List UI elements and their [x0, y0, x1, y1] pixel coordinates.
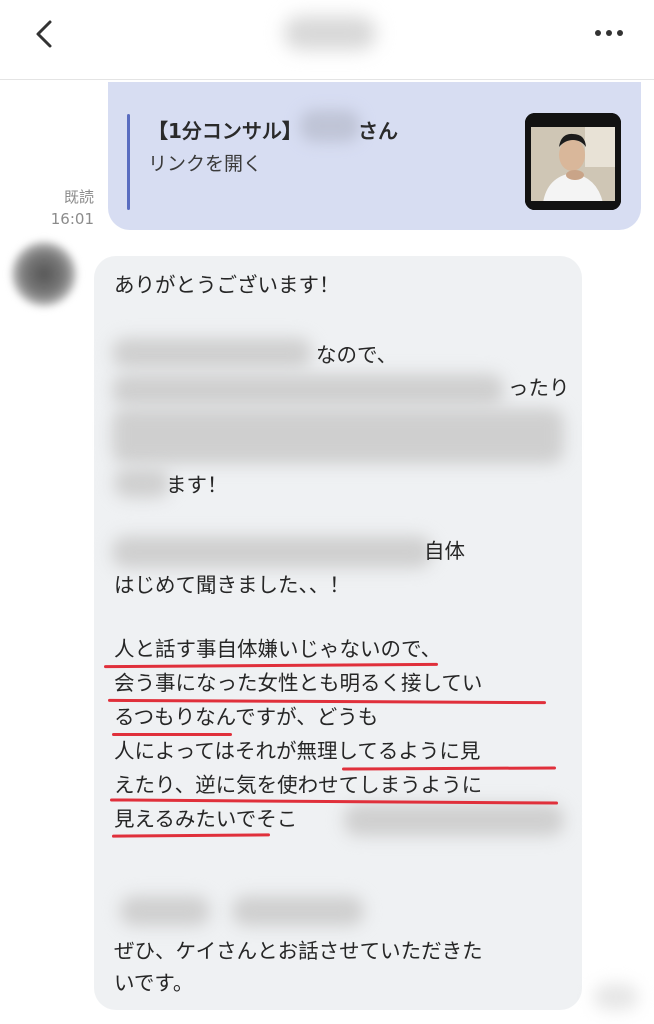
quote-bar: [127, 114, 130, 210]
chat-header: [0, 0, 654, 80]
message-line: いです。: [114, 971, 194, 995]
redacted-text: [112, 338, 312, 368]
message-line: ぜひ、ケイさんとお話させていただきた: [114, 939, 483, 963]
red-underline: [341, 766, 557, 771]
redacted-timestamp: [594, 984, 638, 1010]
redacted-text: [114, 468, 170, 498]
redacted-text: [344, 804, 564, 836]
redacted-text: [120, 896, 210, 926]
message-line: 見えるみたいでそこ: [114, 807, 298, 831]
message-line: 自体: [424, 539, 465, 563]
open-link-button[interactable]: リンクを開く: [148, 149, 262, 176]
read-label: 既読: [63, 188, 94, 206]
message-line: ありがとうございます！: [114, 273, 340, 297]
link-card-title: 【1分コンサル】: [148, 119, 302, 143]
red-underline: [112, 733, 232, 736]
redacted-text: [112, 536, 432, 568]
message-line: るつもりなんですが、どうも: [114, 705, 379, 729]
chat-title-redacted: [284, 16, 376, 50]
redacted-text: [232, 896, 364, 926]
link-thumbnail-image: [525, 113, 621, 210]
more-horizontal-icon: [595, 30, 623, 36]
read-receipt: 既読 16:01: [48, 186, 94, 230]
message-line: 人によってはそれが無理してるように見: [114, 739, 481, 763]
redacted-text: [112, 374, 504, 406]
message-line: ます！: [166, 473, 228, 497]
message-line: 人と話す事自体嫌いじゃないので、: [114, 637, 442, 661]
message-line: えたり、逆に気を使わせてしまうように: [114, 773, 483, 797]
person-photo: [525, 113, 621, 210]
chevron-left-icon: [36, 20, 52, 48]
link-card-name-redacted: [300, 110, 360, 142]
back-button[interactable]: [26, 14, 66, 54]
incoming-message-bubble[interactable]: ありがとうございます！ なので、 ったり ます！ 自体 はじめて聞きました、、！…: [94, 256, 582, 1010]
message-line: はじめて聞きました、、！: [114, 573, 350, 597]
sender-avatar[interactable]: [12, 242, 76, 306]
message-line: なので、: [316, 343, 398, 367]
message-line: 会う事になった女性とも明るく接してい: [114, 671, 483, 695]
sent-time: 16:01: [50, 210, 94, 228]
link-preview-card[interactable]: 【1分コンサル】 さん リンクを開く: [108, 82, 641, 230]
more-options-button[interactable]: [590, 18, 630, 48]
link-card-title-suffix: さん: [358, 119, 398, 143]
red-underline: [111, 833, 271, 838]
message-line: ったり: [508, 376, 570, 400]
redacted-text: [112, 408, 564, 464]
